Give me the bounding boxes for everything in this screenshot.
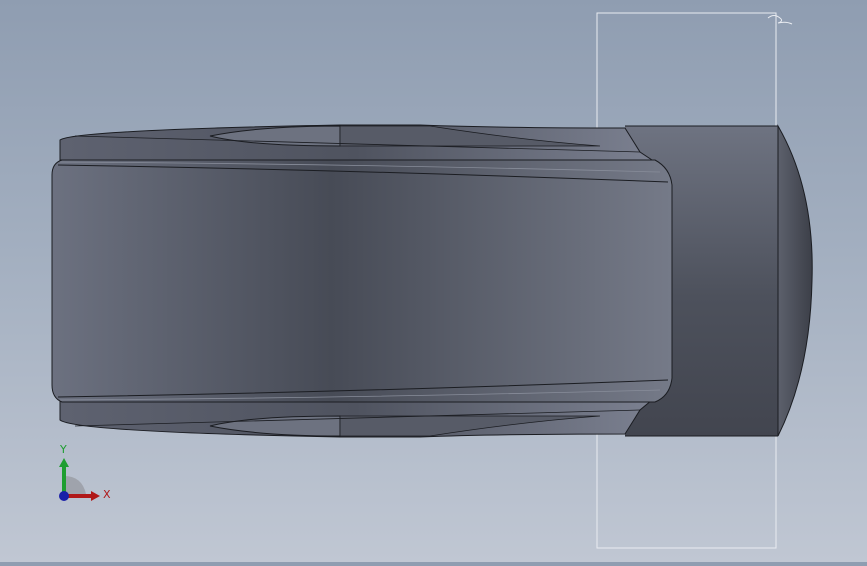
plane-label-glyph [767, 15, 793, 25]
x-axis-arrowhead-icon [91, 491, 100, 501]
bottom-fork-band[interactable] [59, 399, 654, 438]
y-axis-arrowhead-icon [59, 458, 69, 467]
graphics-viewport[interactable]: Y X [0, 0, 867, 562]
triad-plane-indicator [64, 476, 86, 494]
top-fork-band[interactable] [59, 124, 654, 161]
view-triad[interactable]: Y X [50, 440, 120, 510]
triad-x-label: X [103, 488, 111, 501]
triad-y-label: Y [59, 443, 67, 456]
z-axis-dot-icon [59, 491, 69, 501]
main-body[interactable] [51, 159, 673, 403]
